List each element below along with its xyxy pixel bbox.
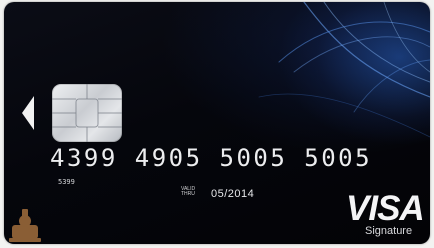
credit-card: 4399 4905 5005 5005 5399 VALID THRU 05/2… — [4, 2, 430, 244]
visa-logo: VISA — [346, 189, 425, 228]
card-small-code: 5399 — [58, 178, 75, 186]
valid-thru-label: VALID THRU — [181, 186, 196, 197]
card-tier: Signature — [365, 225, 413, 237]
emblem-icon — [9, 209, 41, 242]
card-number: 4399 4905 5005 5005 — [50, 144, 373, 172]
chip-icon — [52, 84, 122, 142]
left-arrow-icon — [22, 96, 34, 130]
expiry-date: 05/2014 — [211, 188, 255, 200]
